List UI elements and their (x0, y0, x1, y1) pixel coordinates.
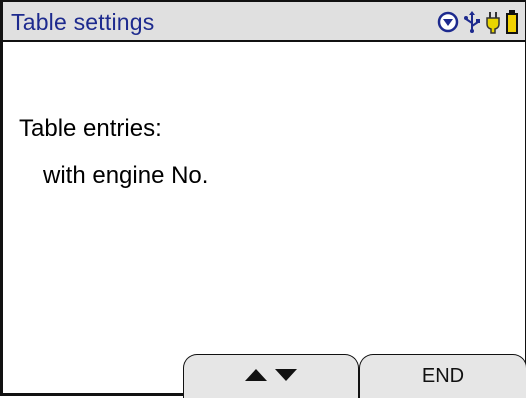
page-title: Table settings (11, 9, 155, 35)
status-icons (437, 8, 519, 36)
usb-icon (463, 10, 481, 34)
table-entries-value[interactable]: with engine No. (43, 162, 208, 190)
end-softkey[interactable]: END (359, 354, 526, 398)
plug-icon (485, 10, 501, 34)
table-entries-label: Table entries: (19, 115, 162, 142)
triangle-up-icon (245, 365, 267, 388)
device-screen: Table settings Table entries: with engin… (0, 0, 526, 398)
battery-icon (505, 9, 519, 35)
triangle-down-icon (275, 365, 297, 388)
end-label: END (421, 365, 465, 387)
nav-softkey[interactable] (183, 354, 359, 398)
title-bar: Table settings (3, 2, 525, 42)
down-circle-icon (437, 11, 459, 33)
